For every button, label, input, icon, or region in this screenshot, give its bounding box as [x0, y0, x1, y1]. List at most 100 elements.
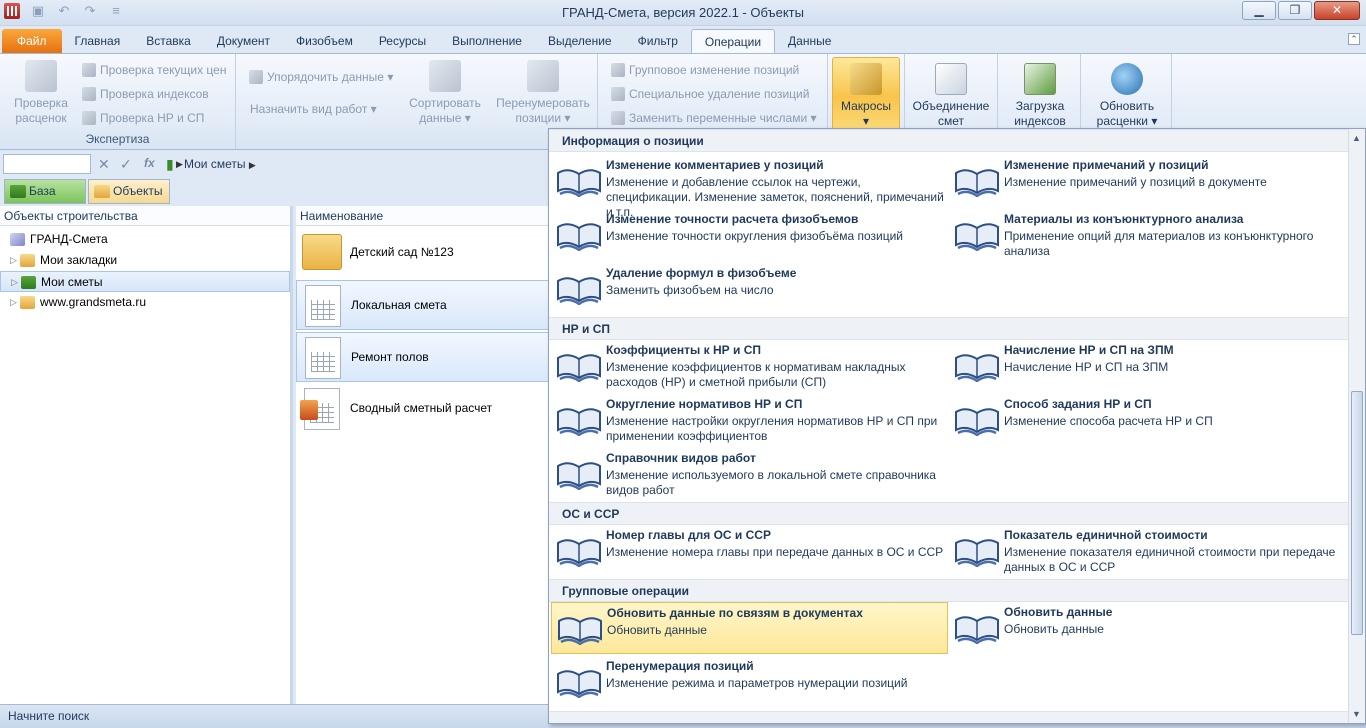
check-rates-label-1: Проверка [14, 96, 68, 110]
check-nr-sp-button[interactable]: Проверка НР и СП [82, 111, 204, 125]
tab-execution[interactable]: Выполнение [439, 29, 535, 53]
menu-item-title: Начисление НР и СП на ЗПМ [1004, 343, 1174, 357]
confirm-icon[interactable]: ✓ [120, 156, 132, 173]
formula-bar: ✕ ✓ fx ▮ ▶ Мои сметы ▶ [0, 151, 550, 176]
menu-item-desc: Заменить физобъем на число [606, 283, 774, 297]
expand-arrow-icon[interactable]: ▷ [10, 250, 17, 271]
tab-document[interactable]: Документ [204, 29, 283, 53]
sort-data-label: Упорядочить данные [267, 70, 384, 84]
assign-work-type-dropdown[interactable]: Назначить вид работ ▾ [250, 102, 377, 116]
section-nr-sp: НР и СП [549, 317, 1349, 340]
sort-label-1: Сортировать [409, 96, 481, 110]
book-icon [955, 223, 999, 251]
menu-item-title: Обновить данные по связям в документах [607, 606, 863, 620]
macros-button-content[interactable]: Макросы ▾ [832, 63, 900, 129]
menu-item-market-materials[interactable]: Материалы из конъюнктурного анализа Прим… [949, 209, 1344, 261]
list-item-floor-repair[interactable]: Ремонт полов [296, 332, 550, 382]
close-button[interactable]: ✕ [1314, 1, 1360, 20]
check-rates-button[interactable]: Проверка расценок [8, 60, 74, 126]
tab-operations[interactable]: Операции [690, 29, 776, 53]
menu-item-desc: Обновить данные [1004, 622, 1104, 636]
function-icon[interactable]: fx [144, 156, 155, 170]
group-change-button[interactable]: Групповое изменение позиций [611, 63, 799, 77]
renumber-label-2: позиции [515, 111, 562, 125]
tab-selection[interactable]: Выделение [535, 29, 625, 53]
tab-filter[interactable]: Фильтр [625, 29, 691, 53]
maximize-button[interactable]: ❐ [1278, 1, 1312, 20]
breadcrumb[interactable]: Мои сметы ▶ [184, 157, 256, 171]
cancel-icon[interactable]: ✕ [98, 156, 110, 173]
scrollbar-thumb[interactable] [1351, 391, 1363, 635]
menu-item-unit-cost[interactable]: Показатель единичной стоимости Изменение… [949, 525, 1344, 577]
tab-resources[interactable]: Ресурсы [366, 29, 439, 53]
menu-item-nr-sp-zpm[interactable]: Начисление НР и СП на ЗПМ Начисление НР … [949, 340, 1344, 392]
tree-item-bookmarks[interactable]: ▷ Мои закладки [0, 250, 290, 271]
tree-item-my-estimates[interactable]: ▷ Мои сметы [0, 271, 290, 292]
dropdown-scrollbar[interactable]: ▲ ▼ [1348, 129, 1365, 723]
check-prices-button[interactable]: Проверка текущих цен [82, 63, 226, 77]
tab-data[interactable]: Данные [775, 29, 844, 53]
chevron-right-icon[interactable]: ▶ [176, 159, 183, 170]
load-indexes-label-2: индексов [1014, 114, 1066, 128]
sort-az-icon [429, 60, 461, 92]
load-indexes-button[interactable]: Загрузка индексов [1001, 63, 1079, 129]
tab-home[interactable]: Главная [62, 29, 134, 53]
cell-name-input[interactable] [3, 154, 91, 174]
list-item-summary-estimate[interactable]: Сводный сметный расчет [296, 384, 550, 434]
expand-arrow-icon[interactable]: ▷ [11, 272, 18, 293]
check-indexes-button[interactable]: Проверка индексов [82, 87, 209, 101]
menu-item-title: Изменение комментариев у позиций [606, 158, 824, 172]
tab-base[interactable]: База [4, 179, 86, 204]
menu-item-volume-precision[interactable]: Изменение точности расчета физобъемов Из… [551, 209, 946, 261]
sort-data-icon [249, 70, 263, 84]
column-header-name: Наименование [300, 209, 384, 223]
section-position-info: Информация о позиции [549, 129, 1349, 152]
menu-item-title: Способ задания НР и СП [1004, 397, 1152, 411]
menu-item-remove-formulas[interactable]: Удаление формул в физобъеме Заменить физ… [551, 263, 946, 315]
sort-button[interactable]: Сортировать данные ▾ [403, 60, 487, 126]
book-icon [557, 670, 601, 698]
menu-item-renumber-positions[interactable]: Перенумерация позиций Изменение режима и… [551, 656, 946, 708]
renumber-button[interactable]: Перенумеровать позиции ▾ [491, 60, 595, 126]
minimize-button[interactable]: ▁ [1242, 1, 1276, 20]
menu-item-update-links[interactable]: Обновить данные по связям в документах О… [551, 602, 948, 654]
scroll-down-icon[interactable]: ▼ [1352, 709, 1361, 719]
menu-item-update-data[interactable]: Обновить данные Обновить данные [949, 602, 1344, 654]
menu-item-title: Перенумерация позиций [606, 659, 754, 673]
group-label-expertiza: Экспертиза [85, 132, 150, 146]
menu-item-change-comments[interactable]: Изменение комментариев у позиций Изменен… [551, 155, 946, 219]
tab-objects[interactable]: Объекты [88, 179, 170, 204]
tab-volume[interactable]: Физобъем [283, 29, 366, 53]
update-rates-label-1: Обновить [1099, 99, 1155, 113]
expand-arrow-icon[interactable]: ▷ [10, 292, 17, 313]
tree-item-label: Мои закладки [40, 253, 118, 267]
book-icon [557, 223, 601, 251]
menu-item-chapter-number[interactable]: Номер главы для ОС и ССР Изменение номер… [551, 525, 946, 577]
documents-list-header[interactable]: Наименование [296, 206, 550, 226]
menu-item-work-types-catalog[interactable]: Справочник видов работ Изменение использ… [551, 448, 946, 500]
merge-button[interactable]: Объединение смет [907, 63, 995, 129]
sort-data-dropdown[interactable]: Упорядочить данные ▾ [249, 70, 393, 84]
tree-item-website[interactable]: ▷ www.grandsmeta.ru [0, 292, 290, 313]
check-prices-icon [82, 63, 96, 77]
tab-insert[interactable]: Вставка [133, 29, 204, 53]
merge-label-1: Объединение [912, 99, 990, 113]
menu-item-nr-sp-rounding[interactable]: Округление нормативов НР и СП Изменение … [551, 394, 946, 446]
menu-item-change-notes[interactable]: Изменение примечаний у позиций Изменение… [949, 155, 1344, 207]
check-indexes-icon [82, 87, 96, 101]
group-expertiza: Проверка расценок Проверка текущих цен П… [0, 54, 236, 149]
menu-item-nr-sp-method[interactable]: Способ задания НР и СП Изменение способа… [949, 394, 1344, 446]
special-delete-button[interactable]: Специальное удаление позиций [611, 87, 809, 101]
ribbon-tabs: Файл Главная Вставка Документ Физобъем Р… [0, 29, 1366, 53]
scroll-up-icon[interactable]: ▲ [1352, 133, 1361, 143]
tab-file[interactable]: Файл [2, 29, 62, 53]
list-item-kindergarten[interactable]: Детский сад №123 [296, 228, 550, 278]
documents-list-panel: Наименование Детский сад №123 Локальная … [296, 206, 550, 704]
list-item-local-estimate[interactable]: Локальная смета [296, 280, 550, 330]
tree-item-grand-smeta[interactable]: ГРАНД-Смета [0, 229, 290, 250]
section-group-operations: Групповые операции [549, 579, 1349, 602]
ribbon-minimize-icon[interactable]: ⌃ [1348, 33, 1360, 45]
replace-vars-button[interactable]: Заменить переменные числами ▾ [611, 111, 817, 125]
menu-item-nr-sp-coefficients[interactable]: Коэффициенты к НР и СП Изменение коэффиц… [551, 340, 946, 392]
update-rates-button[interactable]: Обновить расценки ▾ [1084, 63, 1170, 129]
